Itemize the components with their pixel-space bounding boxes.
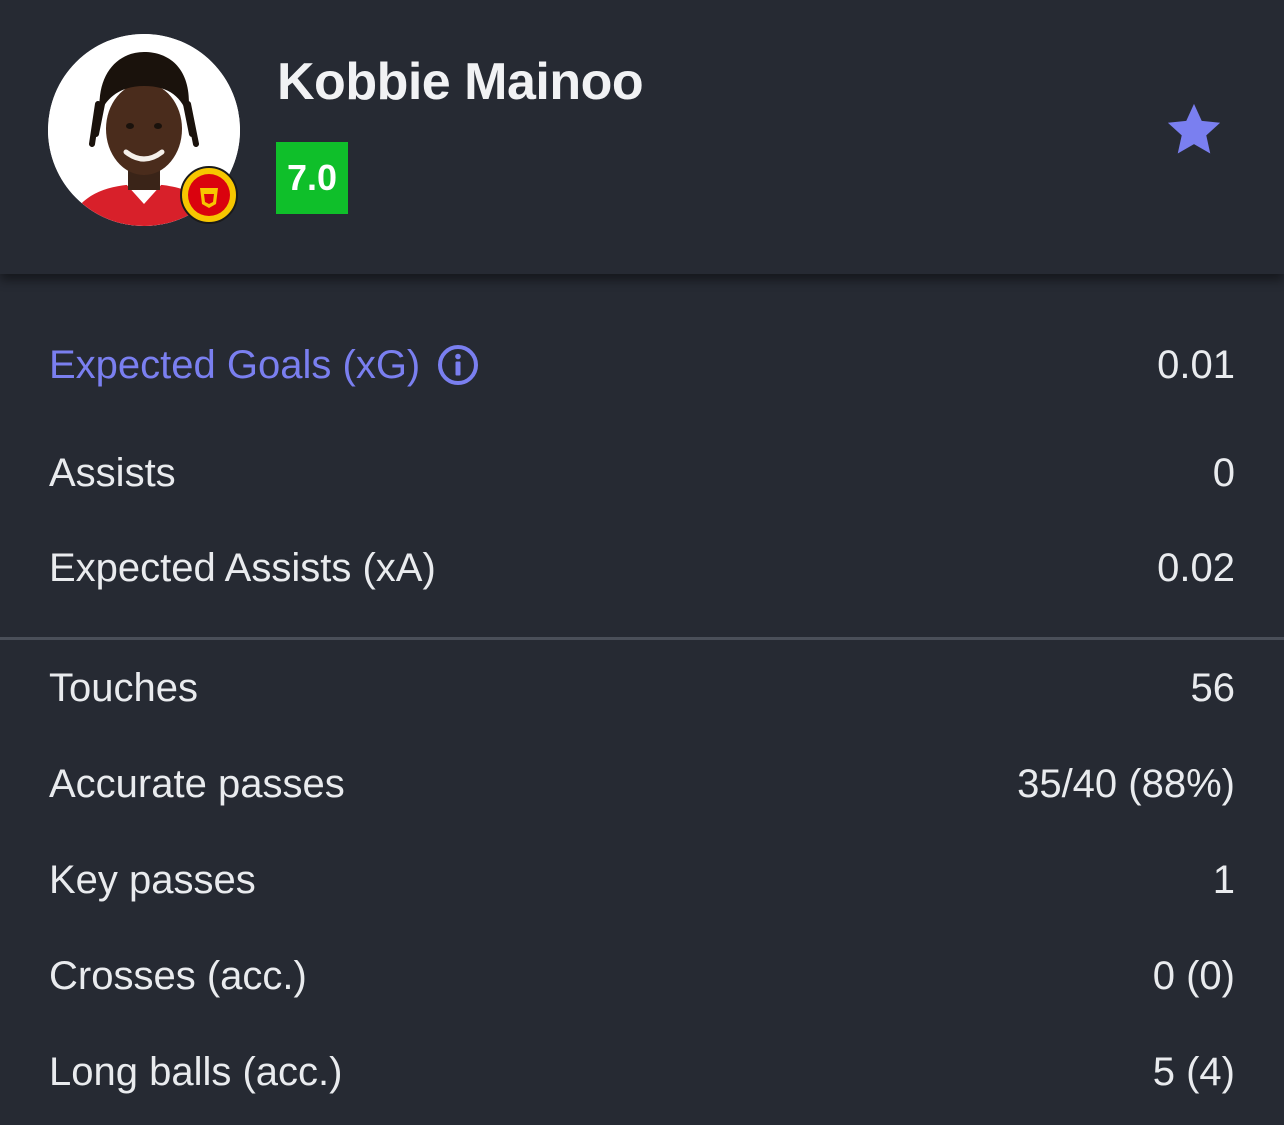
stat-value: 35/40 (88%) — [1017, 761, 1235, 806]
divider — [0, 637, 1284, 640]
stat-value: 0.02 — [1157, 545, 1235, 590]
stat-label: Long balls (acc.) — [49, 1049, 343, 1094]
stat-label: Touches — [49, 665, 198, 710]
stat-value: 5 (4) — [1152, 1049, 1235, 1094]
stat-value: 1 — [1212, 857, 1235, 902]
stat-row-expected-assists: Expected Assists (xA) 0.02 — [49, 538, 1235, 598]
manchester-united-crest-icon — [178, 164, 240, 226]
stat-row-key-passes: Key passes 1 — [49, 850, 1235, 910]
info-icon[interactable] — [436, 343, 480, 387]
stat-row-assists: Assists 0 — [49, 443, 1235, 503]
stat-label: Crosses (acc.) — [49, 953, 307, 998]
player-header: Kobbie Mainoo 7.0 — [0, 0, 1284, 274]
stat-row-touches: Touches 56 — [49, 658, 1235, 718]
stat-value: 0.01 — [1157, 342, 1235, 387]
stat-row-accurate-passes: Accurate passes 35/40 (88%) — [49, 754, 1235, 814]
stat-label: Assists — [49, 450, 176, 495]
stat-label: Expected Goals (xG) — [49, 342, 421, 387]
stat-row-long-balls: Long balls (acc.) 5 (4) — [49, 1042, 1235, 1102]
stat-value: 56 — [1190, 665, 1236, 710]
stat-row-crosses: Crosses (acc.) 0 (0) — [49, 946, 1235, 1006]
stat-row-expected-goals[interactable]: Expected Goals (xG) 0.01 — [49, 335, 1235, 395]
star-icon[interactable] — [1162, 98, 1226, 162]
stat-value: 0 (0) — [1152, 953, 1235, 998]
stat-label: Accurate passes — [49, 761, 345, 806]
player-rating-badge: 7.0 — [276, 142, 348, 214]
stat-label: Key passes — [49, 857, 256, 902]
stat-label: Expected Assists (xA) — [49, 545, 436, 590]
player-name: Kobbie Mainoo — [277, 53, 644, 111]
stat-value: 0 — [1212, 450, 1235, 495]
